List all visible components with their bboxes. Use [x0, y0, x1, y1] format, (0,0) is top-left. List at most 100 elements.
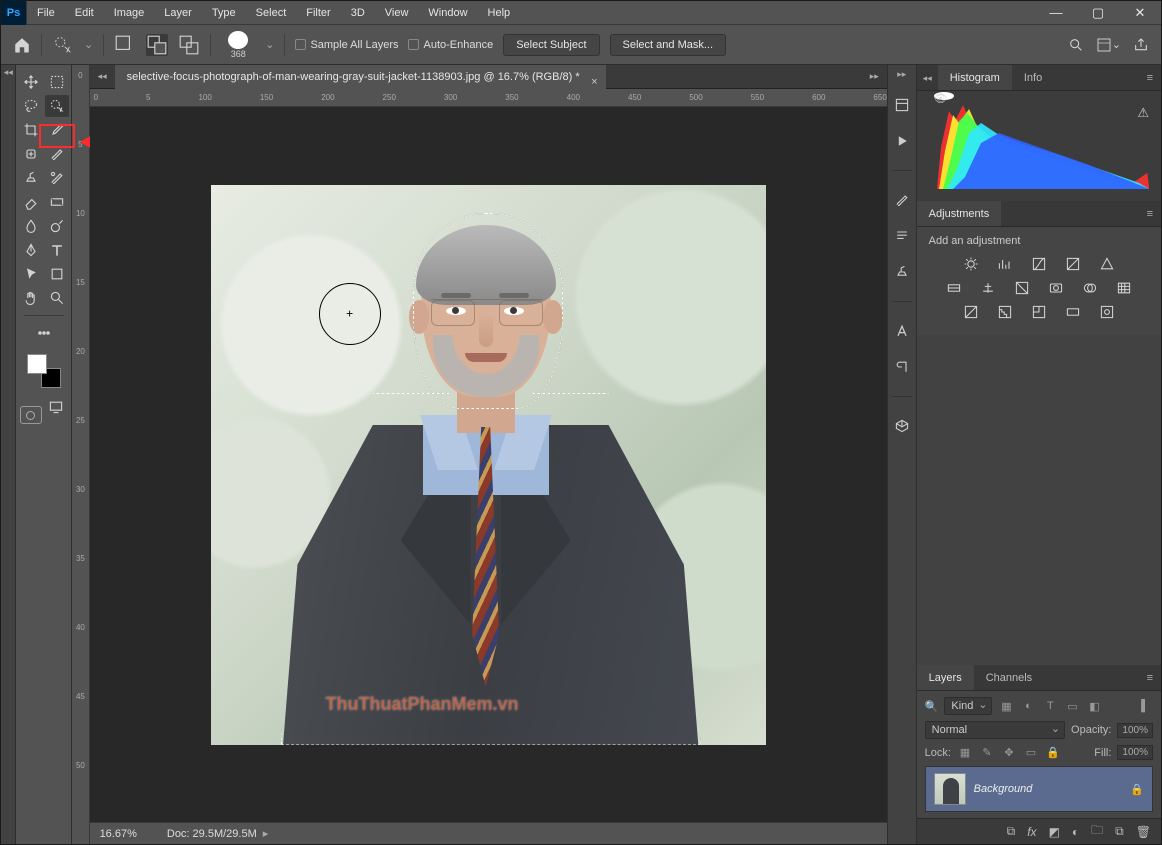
- gradient-map-icon[interactable]: [1063, 303, 1083, 321]
- layer-visibility-icon[interactable]: 👁: [934, 92, 954, 100]
- add-selection-icon[interactable]: [146, 34, 168, 56]
- layer-fx-icon[interactable]: fx: [1027, 825, 1036, 839]
- menu-window[interactable]: Window: [418, 1, 477, 25]
- color-swatches[interactable]: [27, 354, 61, 388]
- selective-color-icon[interactable]: [1097, 303, 1117, 321]
- layer-filter-kind[interactable]: Kind: [944, 697, 992, 715]
- clone-source-icon[interactable]: [891, 261, 913, 283]
- histogram-menu-icon[interactable]: ≡: [1139, 65, 1161, 90]
- brightness-contrast-icon[interactable]: [961, 255, 981, 273]
- search-icon[interactable]: [1068, 37, 1084, 53]
- close-tab-icon[interactable]: ×: [591, 70, 597, 94]
- new-adjustment-layer-icon[interactable]: ◐: [1072, 825, 1079, 839]
- foreground-color-swatch[interactable]: [27, 354, 47, 374]
- select-and-mask-button[interactable]: Select and Mask...: [610, 34, 727, 56]
- layer-thumbnail[interactable]: [934, 773, 966, 805]
- home-icon[interactable]: [13, 36, 31, 54]
- curves-icon[interactable]: [1029, 255, 1049, 273]
- quick-selection-tool[interactable]: [45, 95, 69, 117]
- sample-all-layers-checkbox[interactable]: Sample All Layers: [295, 39, 398, 51]
- panel-collapse[interactable]: ◂◂: [917, 65, 938, 90]
- threshold-icon[interactable]: [1029, 303, 1049, 321]
- levels-icon[interactable]: [995, 255, 1015, 273]
- marquee-tool[interactable]: [45, 71, 69, 93]
- minimize-button[interactable]: —: [1035, 1, 1077, 24]
- tab-channels[interactable]: Channels: [974, 665, 1044, 690]
- move-tool[interactable]: [19, 71, 43, 93]
- paragraph-panel-icon-2[interactable]: [891, 356, 913, 378]
- filter-pixel-icon[interactable]: ▦: [998, 699, 1014, 713]
- menu-file[interactable]: File: [27, 1, 65, 25]
- lasso-tool[interactable]: [19, 95, 43, 117]
- lock-pos-icon[interactable]: ✥: [1001, 746, 1017, 760]
- brush-settings-icon[interactable]: [891, 189, 913, 211]
- adjustments-menu-icon[interactable]: ≡: [1139, 201, 1161, 226]
- toolbox-collapse[interactable]: ◂◂: [1, 65, 16, 844]
- vibrance-icon[interactable]: [1097, 255, 1117, 273]
- close-button[interactable]: ✕: [1119, 1, 1161, 24]
- zoom-level[interactable]: 16.67%: [100, 828, 137, 840]
- arrange-documents-icon[interactable]: ⌄: [1096, 37, 1121, 53]
- edit-toolbar[interactable]: [32, 322, 56, 344]
- lock-brush-icon[interactable]: ✎: [979, 746, 995, 760]
- menu-help[interactable]: Help: [478, 1, 521, 25]
- menu-3d[interactable]: 3D: [341, 1, 375, 25]
- maximize-button[interactable]: ▢: [1077, 1, 1119, 24]
- exposure-icon[interactable]: [1063, 255, 1083, 273]
- share-icon[interactable]: [1133, 37, 1149, 53]
- select-subject-button[interactable]: Select Subject: [503, 34, 599, 56]
- gradient-tool[interactable]: [45, 191, 69, 213]
- type-tool[interactable]: [45, 239, 69, 261]
- eraser-tool[interactable]: [19, 191, 43, 213]
- layer-lock-icon[interactable]: 🔒: [1130, 783, 1144, 796]
- current-tool-icon[interactable]: [52, 34, 74, 56]
- crop-tool[interactable]: [19, 119, 43, 141]
- dodge-tool[interactable]: [45, 215, 69, 237]
- path-selection-tool[interactable]: [19, 263, 43, 285]
- lock-all-icon[interactable]: 🔒: [1045, 746, 1061, 760]
- hand-tool[interactable]: [19, 287, 43, 309]
- tab-layers[interactable]: Layers: [917, 665, 974, 690]
- doc-size[interactable]: Doc: 29.5M/29.5M▸: [167, 827, 268, 840]
- fill-value[interactable]: 100%: [1117, 745, 1153, 760]
- filter-smart-icon[interactable]: ◧: [1086, 699, 1102, 713]
- color-balance-icon[interactable]: [978, 279, 998, 297]
- menu-select[interactable]: Select: [246, 1, 297, 25]
- lock-trans-icon[interactable]: ▦: [957, 746, 973, 760]
- clone-stamp-tool[interactable]: [19, 167, 43, 189]
- lock-nest-icon[interactable]: ▭: [1023, 746, 1039, 760]
- color-lookup-icon[interactable]: [1114, 279, 1134, 297]
- shape-tool[interactable]: [45, 263, 69, 285]
- menu-view[interactable]: View: [375, 1, 419, 25]
- menu-layer[interactable]: Layer: [154, 1, 202, 25]
- delete-layer-icon[interactable]: 🗑: [1136, 825, 1151, 839]
- tab-info[interactable]: Info: [1012, 65, 1054, 90]
- filter-type-icon[interactable]: T: [1042, 699, 1058, 713]
- opacity-value[interactable]: 100%: [1117, 723, 1153, 738]
- link-layers-icon[interactable]: ⧉: [1007, 824, 1016, 839]
- layer-mask-icon[interactable]: ◩: [1049, 825, 1060, 839]
- zoom-tool[interactable]: [45, 287, 69, 309]
- channel-mixer-icon[interactable]: [1080, 279, 1100, 297]
- history-panel-icon[interactable]: [891, 94, 913, 116]
- black-white-icon[interactable]: [1012, 279, 1032, 297]
- layer-background[interactable]: 👁 Background 🔒: [925, 766, 1153, 812]
- filter-toggle-icon[interactable]: ▌: [1137, 699, 1153, 713]
- photo-filter-icon[interactable]: [1046, 279, 1066, 297]
- pen-tool[interactable]: [19, 239, 43, 261]
- canvas[interactable]: ThuThuatPhanMem.vn: [211, 185, 766, 745]
- posterize-icon[interactable]: [995, 303, 1015, 321]
- spot-healing-tool[interactable]: [19, 143, 43, 165]
- layer-name[interactable]: Background: [974, 783, 1033, 795]
- eyedropper-tool[interactable]: [45, 119, 69, 141]
- history-brush-tool[interactable]: [45, 167, 69, 189]
- auto-enhance-checkbox[interactable]: Auto-Enhance: [408, 39, 493, 51]
- menu-type[interactable]: Type: [202, 1, 246, 25]
- tab-histogram[interactable]: Histogram: [938, 65, 1012, 90]
- paragraph-panel-icon[interactable]: [891, 225, 913, 247]
- menu-filter[interactable]: Filter: [296, 1, 340, 25]
- tab-collapse-right[interactable]: ▸▸: [862, 71, 887, 82]
- tab-collapse-left[interactable]: ◂◂: [90, 71, 115, 82]
- 3d-panel-icon[interactable]: [891, 415, 913, 437]
- histogram-warning-icon[interactable]: ⚠: [1137, 105, 1149, 121]
